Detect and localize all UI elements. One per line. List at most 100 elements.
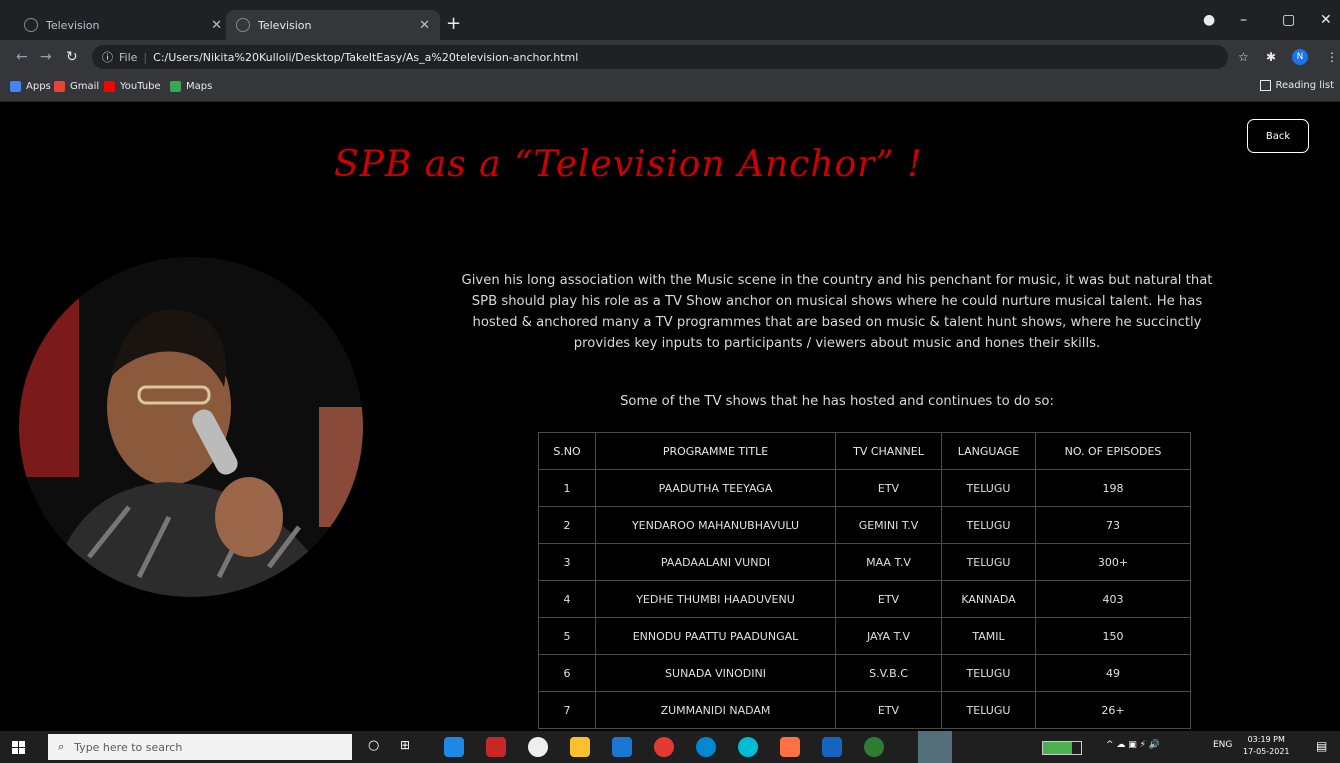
cell-title: PAADAALANI VUNDI [595,543,836,581]
table-row: 3 PAADAALANI VUNDI MAA T.V TELUGU 300+ [538,543,1191,581]
tv-shows-table: S.NO PROGRAMME TITLE TV CHANNEL LANGUAGE… [538,432,1191,729]
system-tray-icons[interactable]: ^ ☁ ▣ ⚡ 🔊 [1106,740,1160,750]
tab-favicon-icon [24,18,38,32]
tab-favicon-icon [236,18,250,32]
chrome-icon[interactable] [654,737,674,757]
table-row: 5 ENNODU PAATTU PAADUNGAL JAYA T.V TAMIL… [538,617,1191,655]
battery-fill [1043,742,1073,754]
taskbar-app-icon[interactable] [822,737,842,757]
reading-list-button[interactable]: Reading list [1259,80,1334,91]
cell-sno: 2 [538,506,596,544]
url-scheme-label: File [119,50,138,64]
taskbar-app-icon[interactable] [780,737,800,757]
minimize-button[interactable]: – [1240,12,1247,28]
cortana-icon[interactable]: ○ [368,738,379,753]
table-row: 7 ZUMMANIDI NADAM ETV TELUGU 26+ [538,691,1191,729]
cell-episodes: 198 [1035,469,1191,507]
bookmark-apps[interactable]: Apps [10,81,51,92]
apps-grid-icon [10,81,21,92]
cell-language: KANNADA [941,580,1036,618]
url-separator: | [143,50,148,64]
taskbar-app-icon[interactable] [738,737,758,757]
back-nav-icon[interactable]: ← [16,49,28,65]
taskbar-app-icon[interactable] [612,737,632,757]
table-row: 2 YENDAROO MAHANUBHAVULU GEMINI T.V TELU… [538,506,1191,544]
maps-icon [170,81,181,92]
intro-paragraph: Given his long association with the Musi… [461,273,1213,351]
cell-sno: 5 [538,617,596,655]
tab-close-icon[interactable]: ✕ [419,18,430,33]
active-app-icon[interactable] [918,731,952,763]
bookmark-star-icon[interactable]: ☆ [1238,50,1249,64]
new-tab-button[interactable]: + [446,13,461,34]
maximize-button[interactable]: ▢ [1282,12,1295,28]
cell-episodes: 73 [1035,506,1191,544]
cell-channel: ETV [835,691,942,729]
search-icon: ⌕ [58,740,65,753]
cell-title: SUNADA VINODINI [595,654,836,692]
tab-title: Television [258,18,312,32]
edge-icon[interactable] [696,737,716,757]
table-row: 4 YEDHE THUMBI HAADUVENU ETV KANNADA 403 [538,580,1191,618]
header-episodes: NO. OF EPISODES [1035,432,1191,470]
cell-channel: ETV [835,580,942,618]
browser-tab-active[interactable]: Television ✕ [226,10,440,40]
cell-title: ENNODU PAATTU PAADUNGAL [595,617,836,655]
tab-close-icon[interactable]: ✕ [211,18,222,33]
input-language[interactable]: ENG [1213,740,1232,750]
bookmark-youtube[interactable]: YouTube [104,81,161,92]
whatsapp-icon[interactable] [864,737,884,757]
reload-icon[interactable]: ↻ [66,49,78,65]
taskbar-search-box[interactable]: ⌕ Type here to search [48,734,352,760]
task-view-icon[interactable]: ⊞ [400,738,410,752]
battery-indicator[interactable] [1042,741,1082,755]
cell-channel: MAA T.V [835,543,942,581]
cell-episodes: 150 [1035,617,1191,655]
windows-start-icon[interactable] [12,741,26,755]
close-window-button[interactable]: ✕ [1320,12,1332,28]
cell-episodes: 403 [1035,580,1191,618]
table-row: 1 PAADUTHA TEEYAGA ETV TELUGU 198 [538,469,1191,507]
bookmarks-bar: Apps Gmail YouTube Maps Reading list [0,74,1340,102]
cell-channel: S.V.B.C [835,654,942,692]
page-body: SPB as a “Television Anchor” ! Back Give… [0,102,1340,731]
cell-language: TELUGU [941,543,1036,581]
clock-date: 17-05-2021 [1243,747,1290,756]
cell-episodes: 26+ [1035,691,1191,729]
windows-taskbar: ⌕ Type here to search ○ ⊞ ^ ☁ ▣ ⚡ 🔊 ENG … [0,731,1340,763]
shows-intro-text: Some of the TV shows that he has hosted … [620,394,1054,409]
profile-avatar[interactable]: N [1292,49,1308,65]
notifications-icon[interactable]: ▤ [1316,739,1327,753]
spb-portrait-image [19,257,363,597]
browser-menu-icon[interactable]: ⋮ [1326,50,1338,64]
cell-sno: 3 [538,543,596,581]
profile-menu-icon[interactable]: ● [1203,12,1215,28]
taskbar-app-icon[interactable] [444,737,464,757]
taskbar-app-icon[interactable] [486,737,506,757]
bookmark-gmail[interactable]: Gmail [54,81,99,92]
search-placeholder: Type here to search [74,740,183,754]
cell-language: TELUGU [941,469,1036,507]
gmail-icon [54,81,65,92]
browser-tab[interactable]: Television ✕ [14,10,232,40]
table-header-row: S.NO PROGRAMME TITLE TV CHANNEL LANGUAGE… [538,432,1191,470]
header-language: LANGUAGE [941,432,1036,470]
header-tv-channel: TV CHANNEL [835,432,942,470]
cell-title: YEDHE THUMBI HAADUVENU [595,580,836,618]
taskbar-app-icon[interactable] [528,737,548,757]
url-text[interactable]: C:/Users/Nikita%20Kulloli/Desktop/TakeIt… [153,51,578,64]
taskbar-clock[interactable]: 03:19 PM 17-05-2021 [1243,734,1290,758]
info-icon[interactable]: ⓘ [102,49,113,65]
back-button[interactable]: Back [1247,119,1309,153]
url-omnibox[interactable]: ⓘ File | C:/Users/Nikita%20Kulloli/Deskt… [92,45,1228,69]
address-toolbar: ← → ↻ ⓘ File | C:/Users/Nikita%20Kulloli… [0,40,1340,74]
bookmark-maps[interactable]: Maps [170,81,212,92]
clock-time: 03:19 PM [1247,735,1285,744]
forward-nav-icon[interactable]: → [40,49,52,65]
file-explorer-icon[interactable] [570,737,590,757]
cell-language: TELUGU [941,654,1036,692]
portrait-illustration [19,257,363,597]
page-title: SPB as a “Television Anchor” ! [334,144,923,185]
extensions-icon[interactable]: ✱ [1266,50,1276,64]
cell-language: TAMIL [941,617,1036,655]
